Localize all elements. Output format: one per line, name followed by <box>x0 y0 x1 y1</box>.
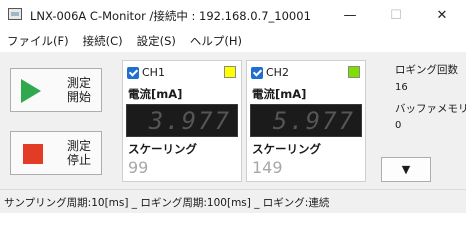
close-button[interactable]: ✕ <box>419 0 465 30</box>
menu-help[interactable]: ヘルプ(H) <box>183 33 249 49</box>
expand-dropdown-button[interactable]: ▼ <box>381 157 431 182</box>
status-text: サンプリング周期:10[ms] _ ロギング周期:100[ms] _ ロギング:… <box>4 197 330 209</box>
channel-panel-ch1: CH1 電流[mA] 3.977 スケーリング 99 <box>122 60 242 182</box>
buffer-memory-value: 0 <box>395 120 402 131</box>
ch1-label: CH1 <box>142 66 165 79</box>
ch1-scaling-value: 99 <box>128 158 149 177</box>
ch2-scaling-label: スケーリング <box>252 142 321 156</box>
start-measure-label: 測定 開始 <box>66 76 91 104</box>
buffer-memory-label: バッファメモリ <box>395 103 466 115</box>
status-bar: サンプリング周期:10[ms] _ ロギング周期:100[ms] _ ロギング:… <box>0 189 466 213</box>
menu-bar: ファイル(F) 接続(C) 設定(S) ヘルプ(H) <box>0 30 466 52</box>
ch1-quantity-label: 電流[mA] <box>128 87 183 101</box>
menu-file[interactable]: ファイル(F) <box>0 33 76 49</box>
triangle-down-icon: ▼ <box>401 163 411 176</box>
app-window: LNX-006A C-Monitor /接続中 : 192.168.0.7_10… <box>0 0 466 213</box>
ch2-value: 5.977 <box>272 107 355 135</box>
menu-settings[interactable]: 設定(S) <box>130 33 183 49</box>
logging-count-label: ロギング回数 <box>395 64 458 76</box>
title-bar: LNX-006A C-Monitor /接続中 : 192.168.0.7_10… <box>0 0 466 30</box>
menu-connect[interactable]: 接続(C) <box>76 33 130 49</box>
window-title: LNX-006A C-Monitor /接続中 : 192.168.0.7_10… <box>30 9 311 23</box>
ch2-color-swatch[interactable] <box>348 66 360 78</box>
maximize-button[interactable]: ☐ <box>373 0 419 30</box>
ch1-color-swatch[interactable] <box>224 66 236 78</box>
stop-measure-label: 測定 停止 <box>66 139 91 167</box>
start-measure-button[interactable]: 測定 開始 <box>10 68 102 112</box>
ch2-quantity-label: 電流[mA] <box>252 87 307 101</box>
ch1-scaling-label: スケーリング <box>128 142 197 156</box>
ch2-scaling-value: 149 <box>252 158 283 177</box>
logging-count-value: 16 <box>395 82 408 93</box>
ch1-enable-checkbox[interactable] <box>127 67 139 79</box>
app-icon <box>8 8 22 20</box>
ch2-enable-checkbox[interactable] <box>251 67 263 79</box>
channel-panel-ch2: CH2 電流[mA] 5.977 スケーリング 149 <box>246 60 366 182</box>
stop-icon <box>23 144 43 164</box>
ch2-display: 5.977 <box>250 104 362 137</box>
ch1-display: 3.977 <box>126 104 238 137</box>
stop-measure-button[interactable]: 測定 停止 <box>10 131 102 175</box>
play-icon <box>21 79 41 103</box>
minimize-button[interactable]: — <box>327 0 373 30</box>
ch2-label: CH2 <box>266 66 289 79</box>
ch1-value: 3.977 <box>148 107 231 135</box>
